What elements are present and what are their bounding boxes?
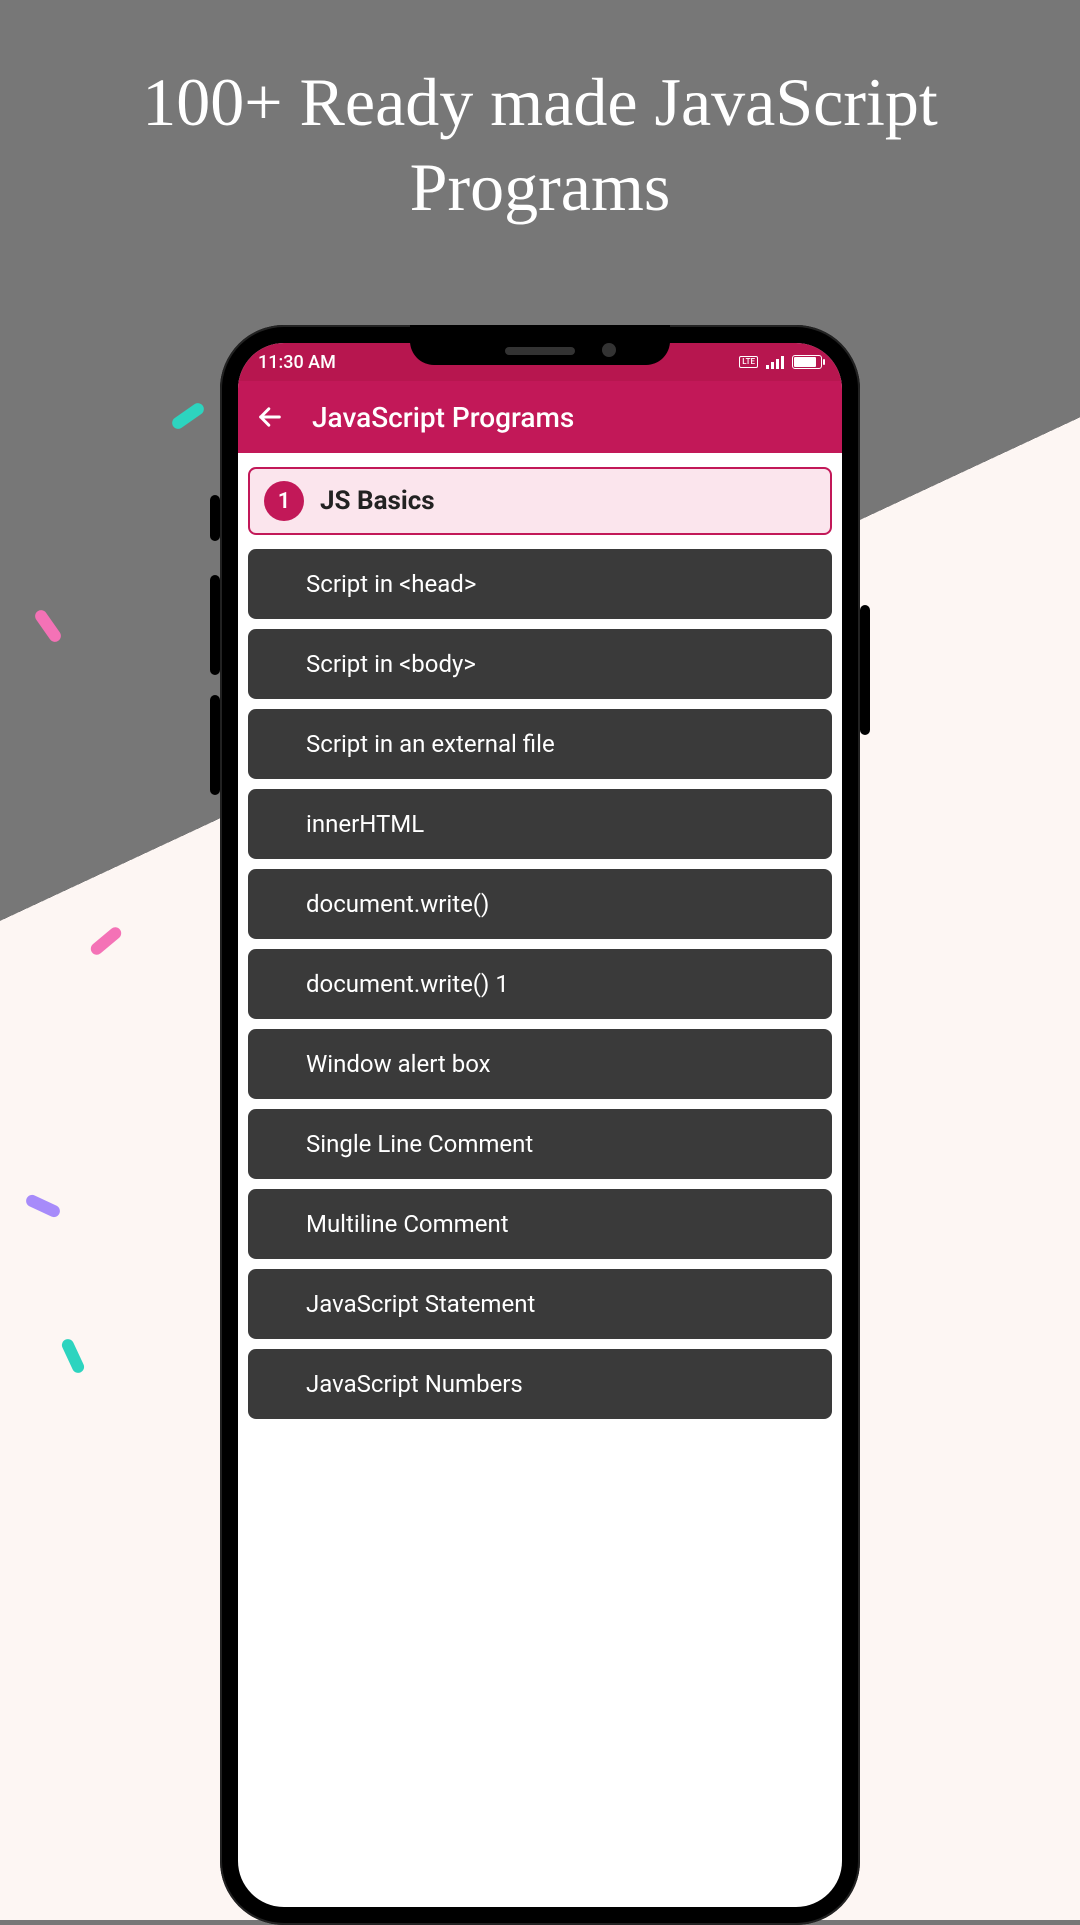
list-item[interactable]: Script in <body> — [248, 629, 832, 699]
list-item[interactable]: Window alert box — [248, 1029, 832, 1099]
list-item-label: document.write() — [306, 890, 489, 918]
back-button[interactable] — [256, 403, 284, 431]
phone-frame: 11:30 AM LTE JavaScript Programs 1 JS Ba… — [220, 325, 860, 1925]
list-item-label: Script in <body> — [306, 650, 476, 678]
list-item-label: Window alert box — [306, 1050, 491, 1078]
list-item-label: innerHTML — [306, 810, 424, 838]
arrow-left-icon — [256, 403, 284, 431]
list-item[interactable]: document.write() — [248, 869, 832, 939]
list-item[interactable]: Script in <head> — [248, 549, 832, 619]
list-item[interactable]: Multiline Comment — [248, 1189, 832, 1259]
promo-title: 100+ Ready made JavaScript Programs — [0, 60, 1080, 230]
list-item-label: JavaScript Numbers — [306, 1370, 523, 1398]
list-item[interactable]: Single Line Comment — [248, 1109, 832, 1179]
status-icons: LTE — [739, 355, 822, 369]
list-item[interactable]: JavaScript Numbers — [248, 1349, 832, 1419]
phone-camera — [602, 343, 616, 357]
list-item-label: Script in an external file — [306, 730, 555, 758]
list-item-label: Single Line Comment — [306, 1130, 533, 1158]
lte-icon: LTE — [739, 356, 758, 368]
app-title: JavaScript Programs — [312, 401, 574, 434]
battery-icon — [792, 355, 822, 369]
list-item-label: JavaScript Statement — [306, 1290, 535, 1318]
phone-side-button — [210, 695, 220, 795]
signal-icon — [766, 355, 784, 369]
list-item-label: document.write() 1 — [306, 970, 509, 998]
section-title: JS Basics — [320, 486, 435, 516]
list-item[interactable]: innerHTML — [248, 789, 832, 859]
phone-side-button — [860, 605, 870, 735]
list-item[interactable]: document.write() 1 — [248, 949, 832, 1019]
list-item-label: Multiline Comment — [306, 1210, 509, 1238]
phone-screen: 11:30 AM LTE JavaScript Programs 1 JS Ba… — [238, 343, 842, 1907]
phone-speaker — [505, 347, 575, 355]
phone-side-button — [210, 575, 220, 675]
status-time: 11:30 AM — [258, 352, 336, 373]
phone-side-button — [210, 495, 220, 541]
content-area[interactable]: 1 JS Basics Script in <head> Script in <… — [238, 453, 842, 1443]
section-header[interactable]: 1 JS Basics — [248, 467, 832, 535]
section-number-badge: 1 — [264, 481, 304, 521]
list-item[interactable]: JavaScript Statement — [248, 1269, 832, 1339]
list-item-label: Script in <head> — [306, 570, 476, 598]
list-item[interactable]: Script in an external file — [248, 709, 832, 779]
app-bar: JavaScript Programs — [238, 381, 842, 453]
